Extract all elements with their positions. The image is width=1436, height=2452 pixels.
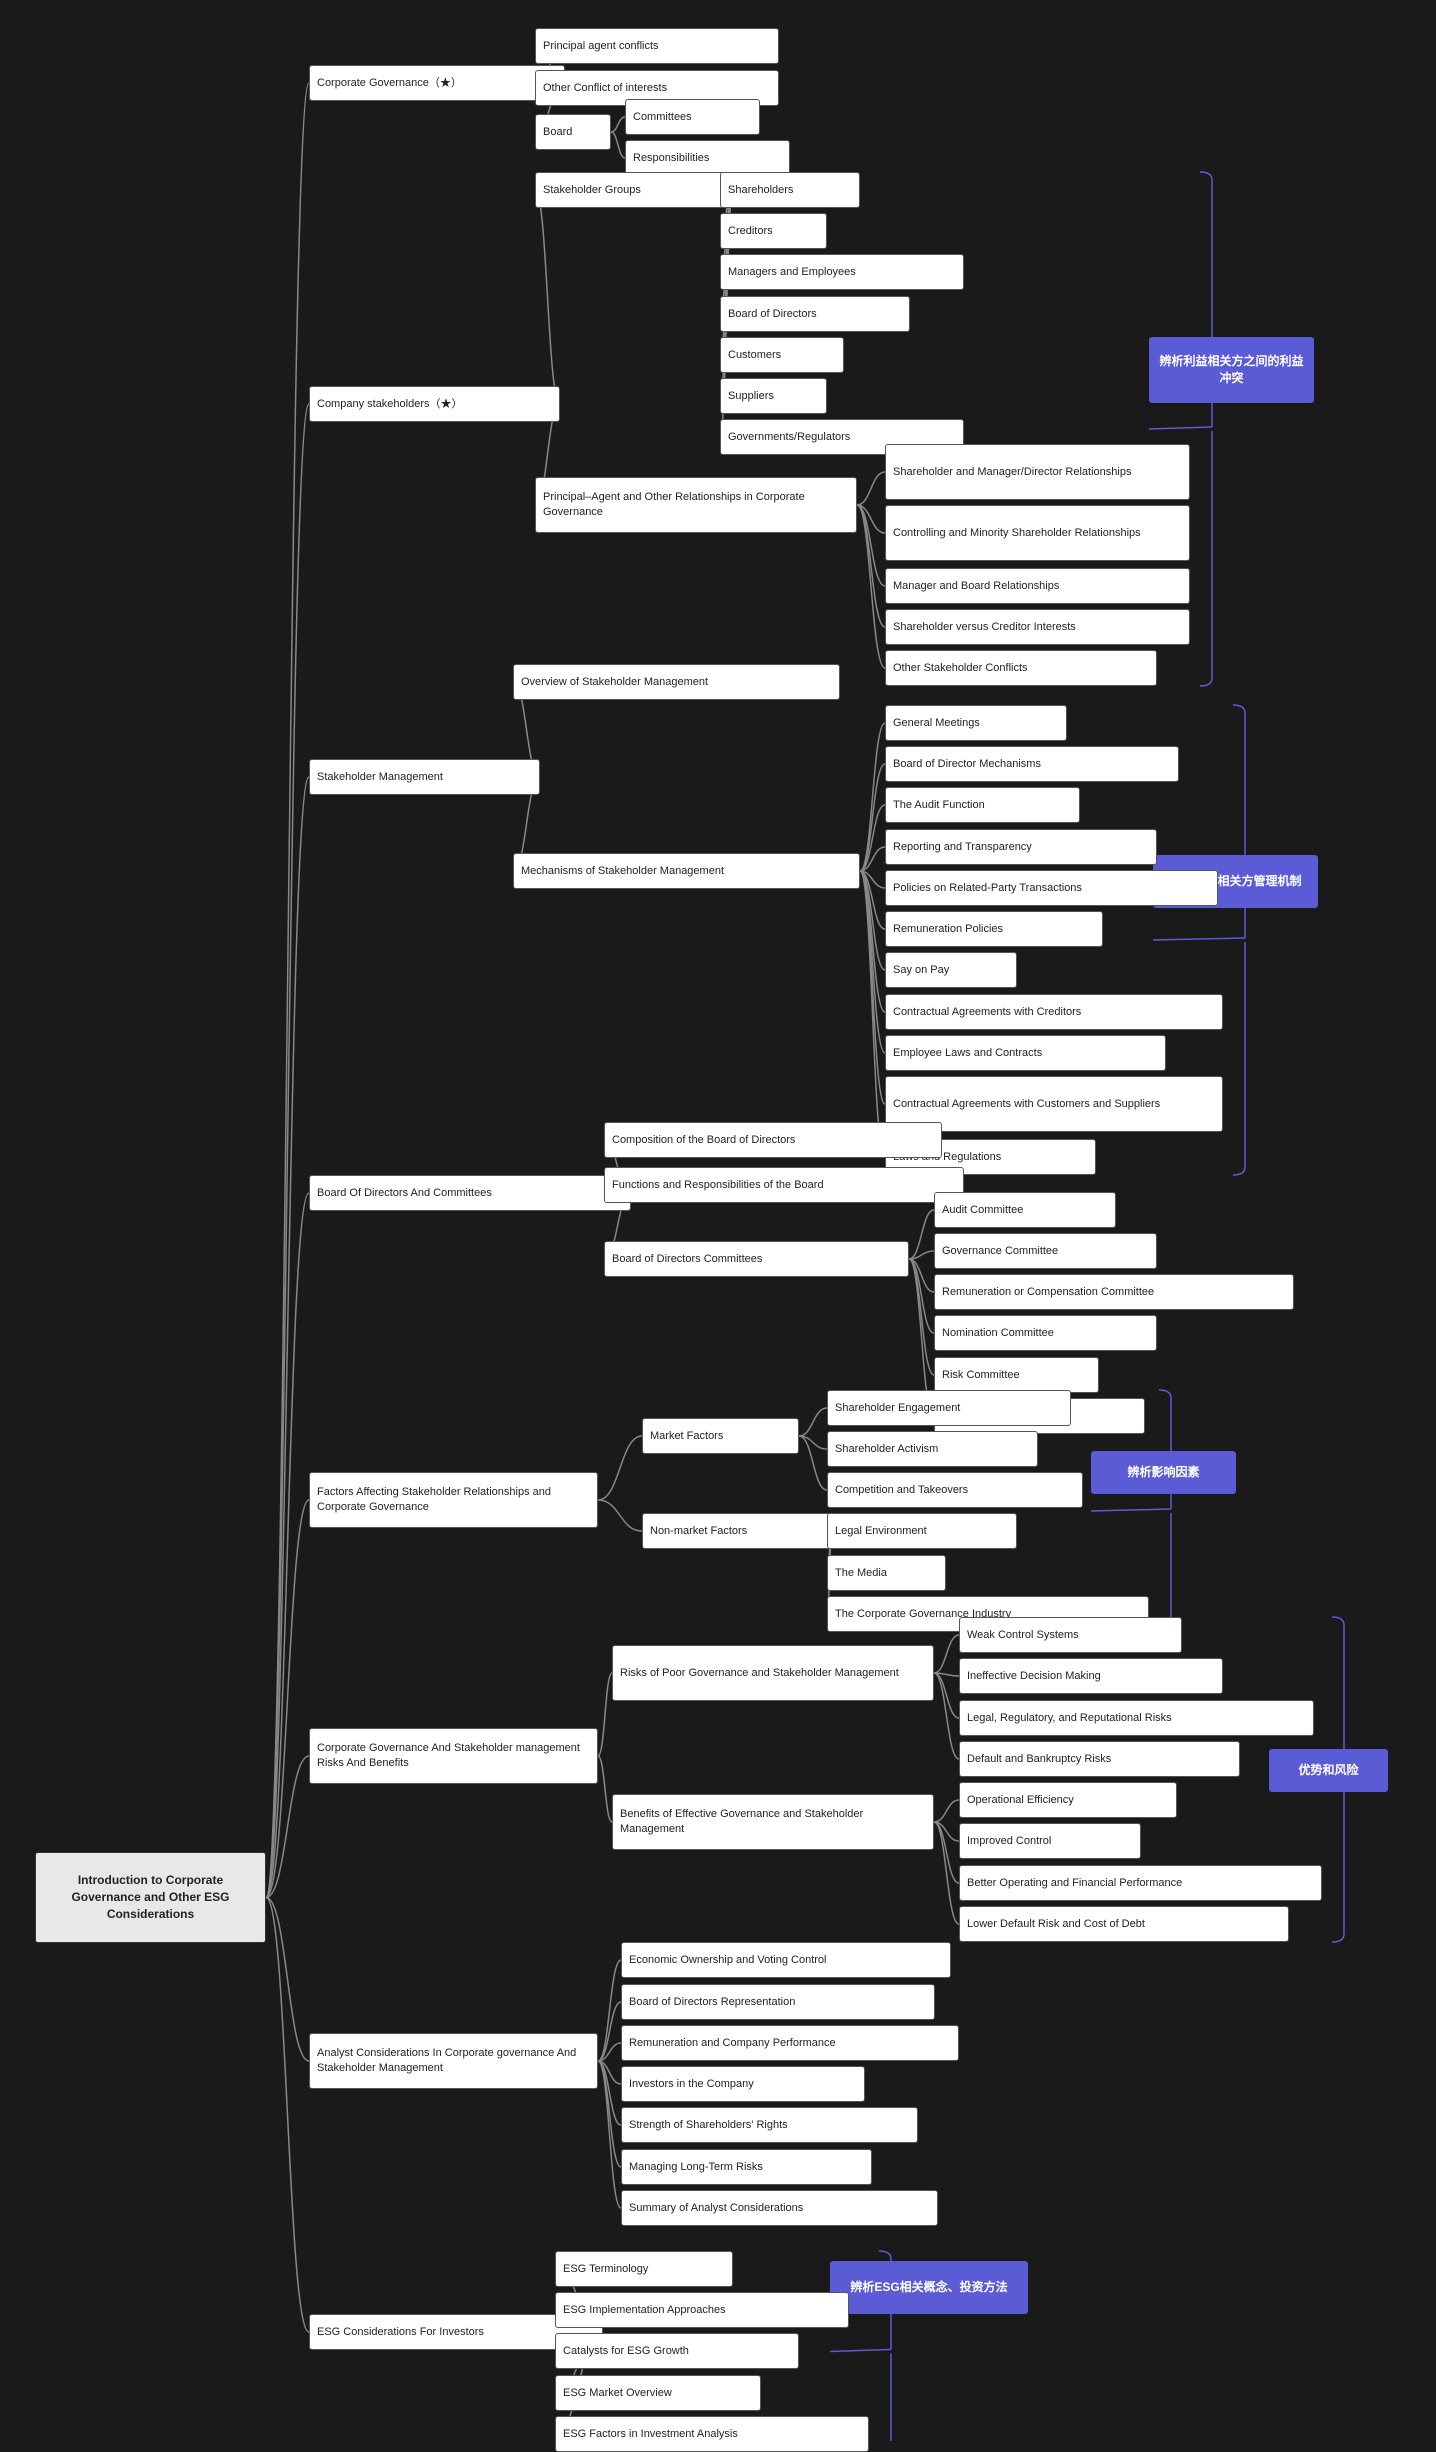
node-n59: Ineffective Decision Making — [959, 1658, 1223, 1694]
node-n37: Composition of the Board of Directors — [604, 1122, 942, 1158]
node-n10: Creditors — [720, 213, 827, 249]
node-n41: Governance Committee — [934, 1233, 1157, 1269]
node-n68: Board of Directors Representation — [621, 1984, 935, 2020]
node-n9: Shareholders — [720, 172, 860, 208]
node-n7: Company stakeholders（★） — [309, 386, 560, 422]
node-n69: Remuneration and Company Performance — [621, 2025, 959, 2061]
node-n11: Managers and Employees — [720, 254, 964, 290]
node-n32: Contractual Agreements with Creditors — [885, 994, 1223, 1030]
node-n77: Catalysts for ESG Growth — [555, 2333, 799, 2369]
node-n31: Say on Pay — [885, 952, 1017, 988]
root-node: Introduction to Corporate Governance and… — [35, 1852, 266, 1943]
node-n17: Shareholder and Manager/Director Relatio… — [885, 444, 1190, 500]
node-n27: The Audit Function — [885, 787, 1080, 823]
node-n2: Principal agent conflicts — [535, 28, 779, 64]
node-n48: Non-market Factors — [642, 1513, 832, 1549]
node-n66: Analyst Considerations In Corporate gove… — [309, 2033, 598, 2089]
node-n20: Shareholder versus Creditor Interests — [885, 609, 1190, 645]
node-n23: Overview of Stakeholder Management — [513, 664, 840, 700]
node-n75: ESG Terminology — [555, 2251, 733, 2287]
node-n64: Better Operating and Financial Performan… — [959, 1865, 1322, 1901]
node-n56: Risks of Poor Governance and Stakeholder… — [612, 1645, 934, 1701]
label-tag-lbl5: 辨析ESG相关概念、投资方法 — [830, 2261, 1028, 2314]
node-n6: Responsibilities — [625, 140, 790, 176]
node-n76: ESG Implementation Approaches — [555, 2292, 849, 2328]
node-n47: Market Factors — [642, 1418, 799, 1454]
node-n71: Strength of Shareholders' Rights — [621, 2107, 918, 2143]
node-n36: Board Of Directors And Committees — [309, 1175, 631, 1211]
node-n70: Investors in the Company — [621, 2066, 865, 2102]
node-n61: Default and Bankruptcy Risks — [959, 1741, 1240, 1777]
mind-map: Introduction to Corporate Governance and… — [0, 0, 1436, 2441]
label-tag-lbl4: 优势和风险 — [1269, 1749, 1388, 1792]
node-n33: Employee Laws and Contracts — [885, 1035, 1166, 1071]
node-n49: Shareholder Engagement — [827, 1390, 1071, 1426]
node-n1: Corporate Governance（★） — [309, 65, 565, 101]
label-tag-lbl3: 辨析影响因素 — [1091, 1451, 1236, 1494]
node-n40: Audit Committee — [934, 1192, 1116, 1228]
node-n38: Functions and Responsibilities of the Bo… — [604, 1167, 964, 1203]
node-n12: Board of Directors — [720, 296, 910, 332]
node-n65: Lower Default Risk and Cost of Debt — [959, 1906, 1289, 1942]
node-n53: The Media — [827, 1555, 946, 1591]
node-n63: Improved Control — [959, 1823, 1141, 1859]
node-n57: Benefits of Effective Governance and Sta… — [612, 1794, 934, 1850]
node-n30: Remuneration Policies — [885, 911, 1103, 947]
node-n73: Summary of Analyst Considerations — [621, 2190, 938, 2226]
node-n22: Stakeholder Management — [309, 759, 540, 795]
node-n43: Nomination Committee — [934, 1315, 1157, 1351]
node-n16: Principal–Agent and Other Relationships … — [535, 477, 857, 533]
node-n26: Board of Director Mechanisms — [885, 746, 1179, 782]
node-n46: Factors Affecting Stakeholder Relationsh… — [309, 1472, 598, 1528]
node-n79: ESG Factors in Investment Analysis — [555, 2416, 869, 2452]
node-n62: Operational Efficiency — [959, 1782, 1177, 1818]
node-n29: Policies on Related-Party Transactions — [885, 870, 1218, 906]
node-n58: Weak Control Systems — [959, 1617, 1182, 1653]
node-n52: Legal Environment — [827, 1513, 1017, 1549]
node-n21: Other Stakeholder Conflicts — [885, 650, 1157, 686]
node-n8: Stakeholder Groups — [535, 172, 733, 208]
node-n78: ESG Market Overview — [555, 2375, 761, 2411]
node-n14: Suppliers — [720, 378, 827, 414]
node-n5: Committees — [625, 99, 760, 135]
node-n67: Economic Ownership and Voting Control — [621, 1942, 951, 1978]
node-n19: Manager and Board Relationships — [885, 568, 1190, 604]
node-n50: Shareholder Activism — [827, 1431, 1038, 1467]
node-n24: Mechanisms of Stakeholder Management — [513, 853, 860, 889]
node-n4: Board — [535, 114, 611, 150]
node-n51: Competition and Takeovers — [827, 1472, 1083, 1508]
node-n42: Remuneration or Compensation Committee — [934, 1274, 1294, 1310]
node-n44: Risk Committee — [934, 1357, 1099, 1393]
label-tag-lbl1: 辨析利益相关方之间的利益冲突 — [1149, 337, 1314, 403]
node-n72: Managing Long-Term Risks — [621, 2149, 872, 2185]
node-n55: Corporate Governance And Stakeholder man… — [309, 1728, 598, 1784]
node-n39: Board of Directors Committees — [604, 1241, 909, 1277]
node-n25: General Meetings — [885, 705, 1067, 741]
node-n13: Customers — [720, 337, 844, 373]
node-n18: Controlling and Minority Shareholder Rel… — [885, 505, 1190, 561]
node-n60: Legal, Regulatory, and Reputational Risk… — [959, 1700, 1314, 1736]
node-n28: Reporting and Transparency — [885, 829, 1157, 865]
